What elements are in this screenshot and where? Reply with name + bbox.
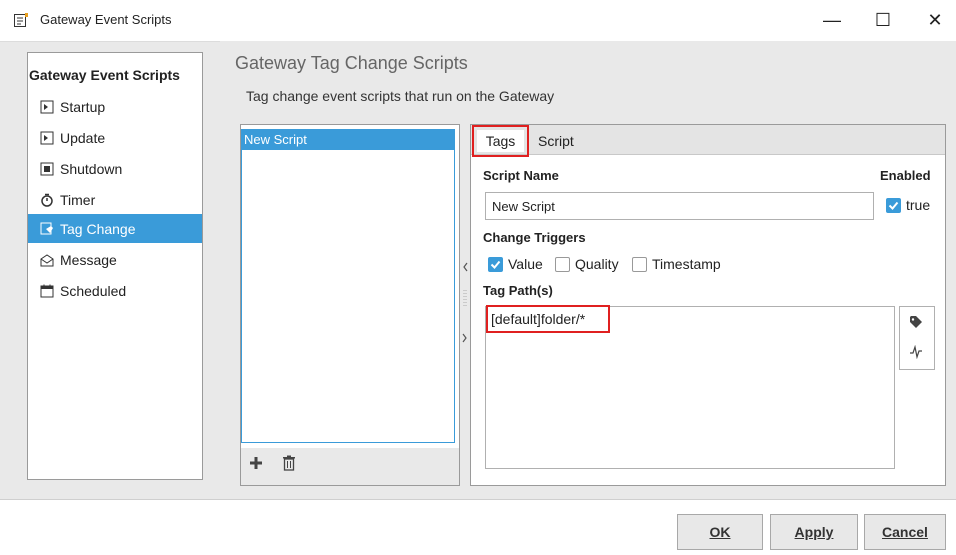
window-title: Gateway Event Scripts — [40, 12, 172, 27]
tag-history-icon[interactable] — [909, 344, 923, 362]
nav-item-scheduled[interactable]: Scheduled — [28, 276, 202, 305]
script-list-item[interactable]: New Script — [241, 129, 455, 150]
script-icon — [40, 131, 54, 145]
apply-button[interactable]: Apply — [770, 514, 858, 550]
enabled-label: Enabled — [880, 168, 931, 183]
nav-item-label: Message — [60, 251, 117, 268]
minimize-button[interactable]: — — [809, 6, 855, 34]
calendar-icon — [40, 284, 54, 298]
script-icon — [40, 100, 54, 114]
maximize-button[interactable]: ☐ — [860, 6, 906, 34]
quality-checkbox[interactable] — [555, 257, 570, 272]
cancel-button[interactable]: Cancel — [864, 514, 946, 550]
tag-change-icon — [40, 222, 54, 236]
tag-browse-buttons — [899, 306, 935, 370]
page-title: Gateway Tag Change Scripts — [235, 53, 468, 73]
script-name-input[interactable] — [485, 192, 874, 220]
nav-item-message[interactable]: Message — [28, 245, 202, 274]
nav-title: Gateway Event Scripts — [29, 67, 180, 83]
nav-item-label: Shutdown — [60, 160, 123, 177]
nav-item-label: Timer — [60, 191, 96, 208]
page-subtitle: Tag change event scripts that run on the… — [246, 88, 555, 104]
message-icon — [40, 253, 54, 267]
value-trigger-label: Value — [508, 256, 543, 272]
timer-icon — [40, 193, 54, 207]
timestamp-checkbox[interactable] — [632, 257, 647, 272]
tags-tab-highlight — [472, 125, 529, 157]
split-handle[interactable] — [460, 258, 470, 348]
tab-script[interactable]: Script — [538, 130, 574, 152]
nav-item-label: Startup — [60, 98, 106, 115]
nav-item-tag-change[interactable]: Tag Change — [28, 214, 202, 243]
nav-item-shutdown[interactable]: Shutdown — [28, 154, 202, 183]
enabled-checkbox[interactable] — [886, 198, 901, 213]
tag-icon[interactable] — [909, 315, 923, 332]
add-icon[interactable] — [248, 455, 264, 471]
value-checkbox[interactable] — [488, 257, 503, 272]
enabled-value: true — [906, 197, 931, 213]
nav-item-startup[interactable]: Startup — [28, 92, 202, 121]
quality-trigger-label: Quality — [575, 256, 619, 272]
close-button[interactable]: ✕ — [912, 6, 956, 34]
script-name-label: Script Name — [483, 168, 559, 183]
app-icon — [13, 12, 29, 28]
ok-button[interactable]: OK — [677, 514, 763, 550]
delete-icon[interactable] — [282, 455, 296, 471]
script-list-body[interactable] — [241, 129, 455, 443]
nav-item-label: Update — [60, 129, 106, 146]
tag-path-highlight — [486, 305, 610, 333]
change-triggers-label: Change Triggers — [483, 230, 586, 245]
timestamp-trigger-label: Timestamp — [652, 256, 721, 272]
tag-paths-label: Tag Path(s) — [483, 283, 553, 298]
nav-item-update[interactable]: Update — [28, 123, 202, 152]
nav-item-label: Scheduled — [60, 282, 127, 299]
nav-item-timer[interactable]: Timer — [28, 185, 202, 214]
script-icon — [40, 162, 54, 176]
nav-item-label: Tag Change — [60, 220, 136, 237]
list-toolbar — [241, 448, 459, 485]
